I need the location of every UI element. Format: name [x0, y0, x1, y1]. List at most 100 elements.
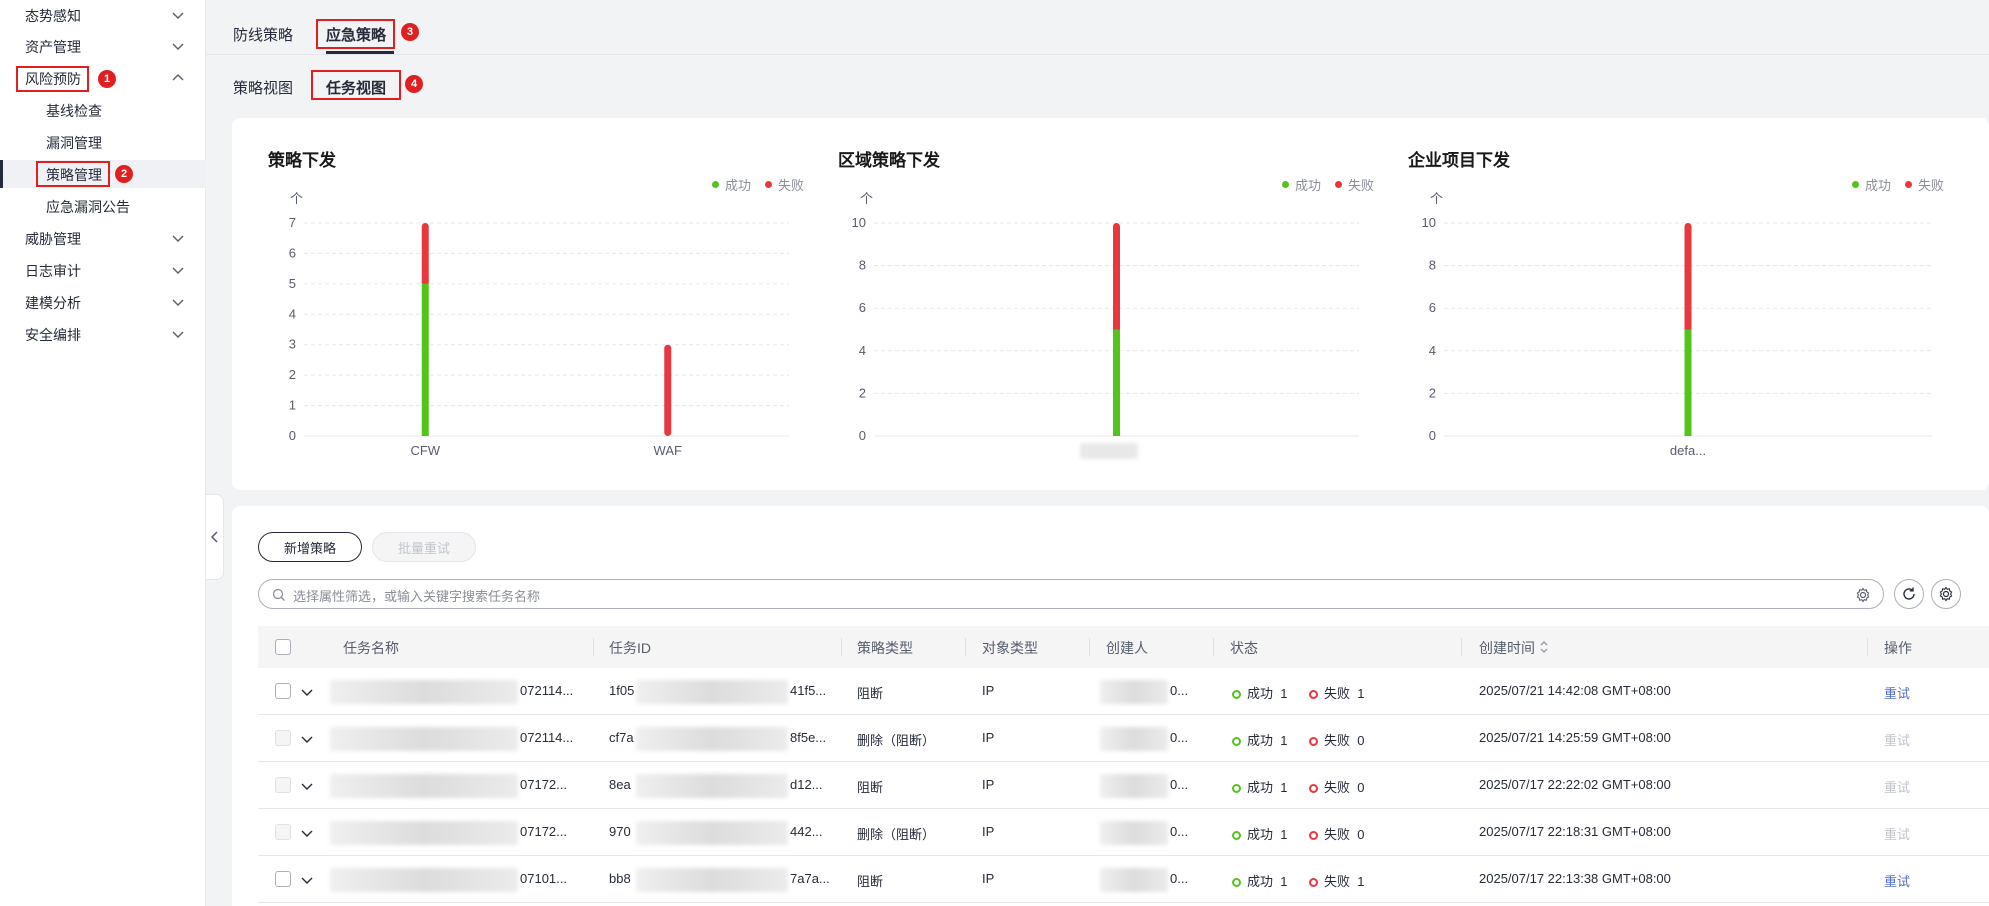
task-id-suffix: d12...	[790, 777, 823, 792]
created-time: 2025/07/21 14:25:59 GMT+08:00	[1479, 730, 1671, 745]
task-name-suffix[interactable]: 072114...	[520, 730, 573, 745]
task-name-suffix[interactable]: 07101...	[520, 871, 567, 886]
success-status-icon	[1232, 784, 1241, 794]
chevron-left-icon	[210, 531, 218, 543]
success-label: 成功	[1247, 827, 1274, 842]
bar-fail-join	[1113, 325, 1120, 330]
retry-link[interactable]: 重试	[1884, 777, 1910, 796]
chevron-down-icon	[172, 267, 184, 274]
fail-status-icon	[1309, 831, 1318, 841]
redacted-category-label	[1080, 443, 1138, 459]
bar-fail[interactable]	[1684, 223, 1692, 330]
settings-button[interactable]	[1931, 579, 1961, 609]
search-input[interactable]: 选择属性筛选，或输入关键字搜索任务名称	[258, 579, 1884, 609]
sort-icon[interactable]	[1539, 640, 1549, 654]
tab-emergency-policy[interactable]: 应急策略	[326, 24, 386, 45]
bar-fail[interactable]	[664, 344, 672, 436]
tab-defense-policy[interactable]: 防线策略	[233, 24, 293, 45]
tab-policy-view[interactable]: 策略视图	[233, 77, 293, 98]
task-name-suffix[interactable]: 07172...	[520, 824, 567, 839]
annotation-badge: 2	[115, 165, 133, 183]
bar-success[interactable]	[1684, 329, 1692, 437]
sidebar-item-emergency-vuln-notice[interactable]: 应急漏洞公告	[0, 192, 206, 220]
bar-success[interactable]	[421, 283, 429, 436]
column-divider	[1089, 638, 1090, 656]
table-row[interactable]: 07172... 970 442... 删除（阻断） IP 0... 成功 1 …	[258, 809, 1989, 856]
sidebar-item-policy-management[interactable]: 策略管理	[0, 160, 206, 188]
redacted-creator	[1100, 680, 1168, 704]
retry-link[interactable]: 重试	[1884, 730, 1910, 749]
retry-link[interactable]: 重试	[1884, 871, 1910, 890]
sidebar-item-label: 建模分析	[25, 295, 81, 311]
success-count: 1	[1280, 733, 1288, 748]
chevron-down-icon[interactable]	[300, 779, 314, 793]
row-checkbox[interactable]	[275, 824, 291, 840]
select-all-checkbox[interactable]	[275, 639, 291, 655]
creator-suffix: 0...	[1170, 683, 1189, 698]
success-status-icon	[1232, 878, 1241, 888]
fail-label: 失败	[1324, 686, 1351, 701]
chevron-down-icon	[172, 43, 184, 50]
bar-fail[interactable]	[1113, 223, 1120, 330]
sidebar-item-log-audit[interactable]: 日志审计	[0, 256, 206, 284]
refresh-button[interactable]	[1894, 579, 1924, 609]
sidebar-item-label: 态势感知	[25, 8, 81, 24]
sidebar-item-baseline-check[interactable]: 基线检查	[0, 96, 206, 124]
success-status-icon	[1232, 737, 1241, 747]
redacted-task-name	[330, 868, 518, 892]
row-checkbox[interactable]	[275, 777, 291, 793]
success-count: 1	[1280, 874, 1288, 889]
column-divider	[1213, 638, 1214, 656]
add-policy-button[interactable]: 新增策略	[258, 532, 362, 562]
task-id-prefix: 970	[609, 824, 631, 839]
bar-fail[interactable]	[421, 223, 429, 284]
created-time: 2025/07/17 22:13:38 GMT+08:00	[1479, 871, 1671, 886]
policy-type: 删除（阻断）	[857, 733, 936, 748]
retry-link[interactable]: 重试	[1884, 683, 1910, 702]
status-fail: 失败 1	[1309, 683, 1364, 702]
sidebar-item-asset-management[interactable]: 资产管理	[0, 32, 206, 60]
table-row[interactable]: 072114... 1f05 41f5... 阻断 IP 0... 成功 1 失…	[258, 668, 1989, 715]
batch-retry-button[interactable]: 批量重试	[372, 532, 476, 562]
task-name-suffix[interactable]: 07172...	[520, 777, 567, 792]
chevron-down-icon[interactable]	[300, 873, 314, 887]
chevron-down-icon[interactable]	[300, 732, 314, 746]
sidebar-item-security-orchestration[interactable]: 安全编排	[0, 320, 206, 348]
retry-link[interactable]: 重试	[1884, 824, 1910, 843]
fail-label: 失败	[1324, 874, 1351, 889]
object-type: IP	[982, 730, 995, 745]
redacted-task-name	[330, 727, 518, 751]
table-row[interactable]: 072114... cf7a 8f5e... 删除（阻断） IP 0... 成功…	[258, 715, 1989, 762]
table-row[interactable]: 07101... bb8 7a7a... 阻断 IP 0... 成功 1 失败 …	[258, 856, 1989, 903]
y-tick-label: 3	[289, 337, 296, 352]
column-divider	[1867, 638, 1868, 656]
sidebar-item-modeling-analysis[interactable]: 建模分析	[0, 288, 206, 316]
table-row[interactable]: 07172... 8ea d12... 阻断 IP 0... 成功 1 失败 0…	[258, 762, 1989, 809]
fail-count: 1	[1357, 686, 1365, 701]
refresh-icon	[1903, 587, 1915, 600]
chevron-down-icon[interactable]	[300, 685, 314, 699]
sidebar-item-label: 威胁管理	[25, 231, 81, 247]
sidebar-item-vulnerability-management[interactable]: 漏洞管理	[0, 128, 206, 156]
sidebar-item-situational-awareness[interactable]: 态势感知	[0, 1, 206, 29]
gear-icon[interactable]	[1855, 587, 1871, 603]
status-fail: 失败 0	[1309, 730, 1364, 749]
sidebar-item-threat-management[interactable]: 威胁管理	[0, 224, 206, 252]
chevron-down-icon[interactable]	[300, 826, 314, 840]
y-tick-label: 1	[289, 398, 296, 413]
task-name-suffix[interactable]: 072114...	[520, 683, 573, 698]
tab-task-view[interactable]: 任务视图	[326, 77, 386, 98]
sidebar-collapse-handle[interactable]	[206, 494, 224, 580]
bar-success[interactable]	[1113, 329, 1120, 437]
column-header-policy-type: 策略类型	[857, 640, 913, 656]
column-header-created-time[interactable]: 创建时间	[1479, 638, 1535, 658]
row-checkbox[interactable]	[275, 871, 291, 887]
row-checkbox[interactable]	[275, 730, 291, 746]
y-tick-label: 8	[1429, 258, 1436, 273]
success-label: 成功	[1247, 874, 1274, 889]
redacted-creator	[1100, 774, 1168, 798]
column-header-task-name: 任务名称	[343, 640, 399, 656]
row-checkbox[interactable]	[275, 683, 291, 699]
chevron-up-icon	[172, 74, 184, 81]
chart-region-policy-dispatch: 区域策略下发 成功 失败 个 0 2 4 6 8 10	[802, 118, 1374, 490]
